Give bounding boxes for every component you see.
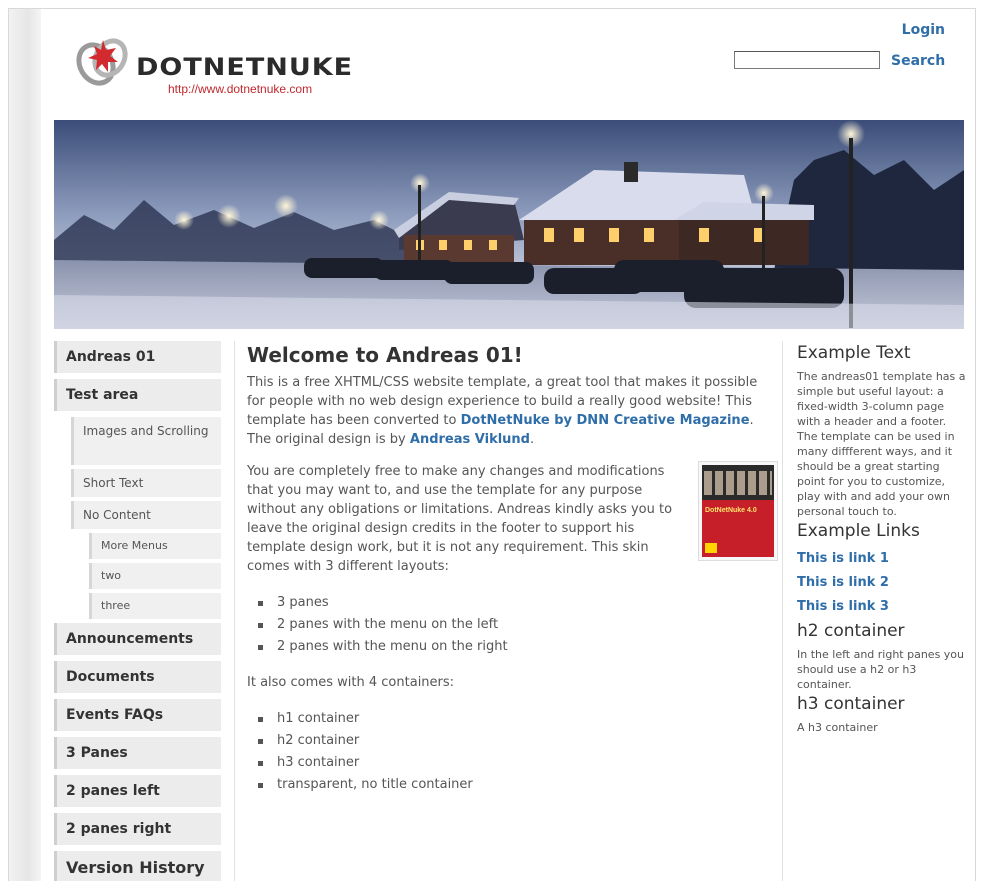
main-content: Welcome to Andreas 01! This is a free XH…: [234, 341, 782, 881]
containers-list: h1 container h2 container h3 container t…: [258, 708, 782, 796]
list-item: h1 container: [258, 708, 782, 730]
containers-intro: It also comes with 4 containers:: [247, 675, 455, 690]
nav-item-2-panes-right[interactable]: 2 panes right: [54, 813, 221, 845]
h2-container-body: In the left and right panes you should u…: [797, 648, 965, 691]
nav-subitem-images-and-scrolling[interactable]: Images and Scrolling: [71, 417, 221, 465]
nav-item-version-history[interactable]: Version History: [54, 851, 221, 881]
search-input[interactable]: [734, 51, 880, 69]
intro-paragraph: This is a free XHTML/CSS website templat…: [247, 373, 777, 449]
example-link-2[interactable]: This is link 2: [797, 571, 968, 595]
nav-item-andreas-01[interactable]: Andreas 01: [54, 341, 221, 373]
nav-subitem-no-content[interactable]: No Content: [71, 501, 221, 529]
nav-item-announcements[interactable]: Announcements: [54, 623, 221, 655]
list-item: 2 panes with the menu on the right: [258, 636, 782, 658]
example-links: This is link 1 This is link 2 This is li…: [797, 547, 968, 619]
dotnetnuke-logo[interactable]: DOTNETNUKE http://www.dotnetnuke.com: [72, 30, 372, 100]
header-banner-image: [54, 120, 964, 329]
nav-subitem-more-menus[interactable]: More Menus: [89, 533, 221, 559]
list-item: transparent, no title container: [258, 774, 782, 796]
nav-item-test-area[interactable]: Test area: [54, 379, 221, 411]
nav-item-3-panes[interactable]: 3 Panes: [54, 737, 221, 769]
nav-item-2-panes-left[interactable]: 2 panes left: [54, 775, 221, 807]
right-sidebar: Example Text The andreas01 template has …: [782, 341, 968, 881]
example-text-body: The andreas01 template has a simple but …: [797, 370, 966, 518]
example-link-1[interactable]: This is link 1: [797, 547, 968, 571]
intro-text-c: .: [529, 432, 535, 447]
nav-item-documents[interactable]: Documents: [54, 661, 221, 693]
list-item: h2 container: [258, 730, 782, 752]
book-cover: DotNetNuke 4.0: [702, 465, 774, 557]
example-link-3[interactable]: This is link 3: [797, 595, 968, 619]
andreas-viklund-link[interactable]: Andreas Viklund: [410, 432, 530, 447]
nav-item-events-faqs[interactable]: Events FAQs: [54, 699, 221, 731]
page-title: Welcome to Andreas 01!: [247, 343, 523, 367]
h3-container-heading: h3 container: [797, 694, 905, 714]
dotnetnuke-logo-icon: [76, 38, 128, 86]
list-item: h3 container: [258, 752, 782, 774]
search-button[interactable]: Search: [891, 53, 945, 69]
login-link[interactable]: Login: [902, 22, 945, 38]
h2-container-heading: h2 container: [797, 621, 905, 641]
nav-subitem-two[interactable]: two: [89, 563, 221, 589]
h3-container-body: A h3 container: [797, 721, 878, 734]
second-paragraph-block: DotNetNuke 4.0 You are completely free t…: [247, 461, 782, 576]
book-publisher-logo: [705, 543, 717, 553]
winter-houses-photo: [54, 120, 964, 329]
example-links-heading: Example Links: [797, 521, 920, 541]
dnn-creative-link[interactable]: DotNetNuke by DNN Creative Magazine: [461, 413, 750, 428]
logo-wordmark: DOTNETNUKE: [136, 53, 354, 82]
book-cover-image: DotNetNuke 4.0: [698, 461, 778, 561]
book-author-photos: [704, 471, 772, 495]
left-navigation: Andreas 01 Test area Images and Scrollin…: [54, 341, 221, 881]
list-item: 2 panes with the menu on the left: [258, 614, 782, 636]
nav-subitem-short-text[interactable]: Short Text: [71, 469, 221, 497]
nav-subitem-three[interactable]: three: [89, 593, 221, 619]
list-item: 3 panes: [258, 592, 782, 614]
layouts-list: 3 panes 2 panes with the menu on the lef…: [258, 592, 782, 658]
example-text-heading: Example Text: [797, 343, 911, 363]
left-gutter: [9, 9, 41, 881]
logo-url: http://www.dotnetnuke.com: [168, 82, 313, 96]
book-title: DotNetNuke 4.0: [705, 507, 757, 515]
